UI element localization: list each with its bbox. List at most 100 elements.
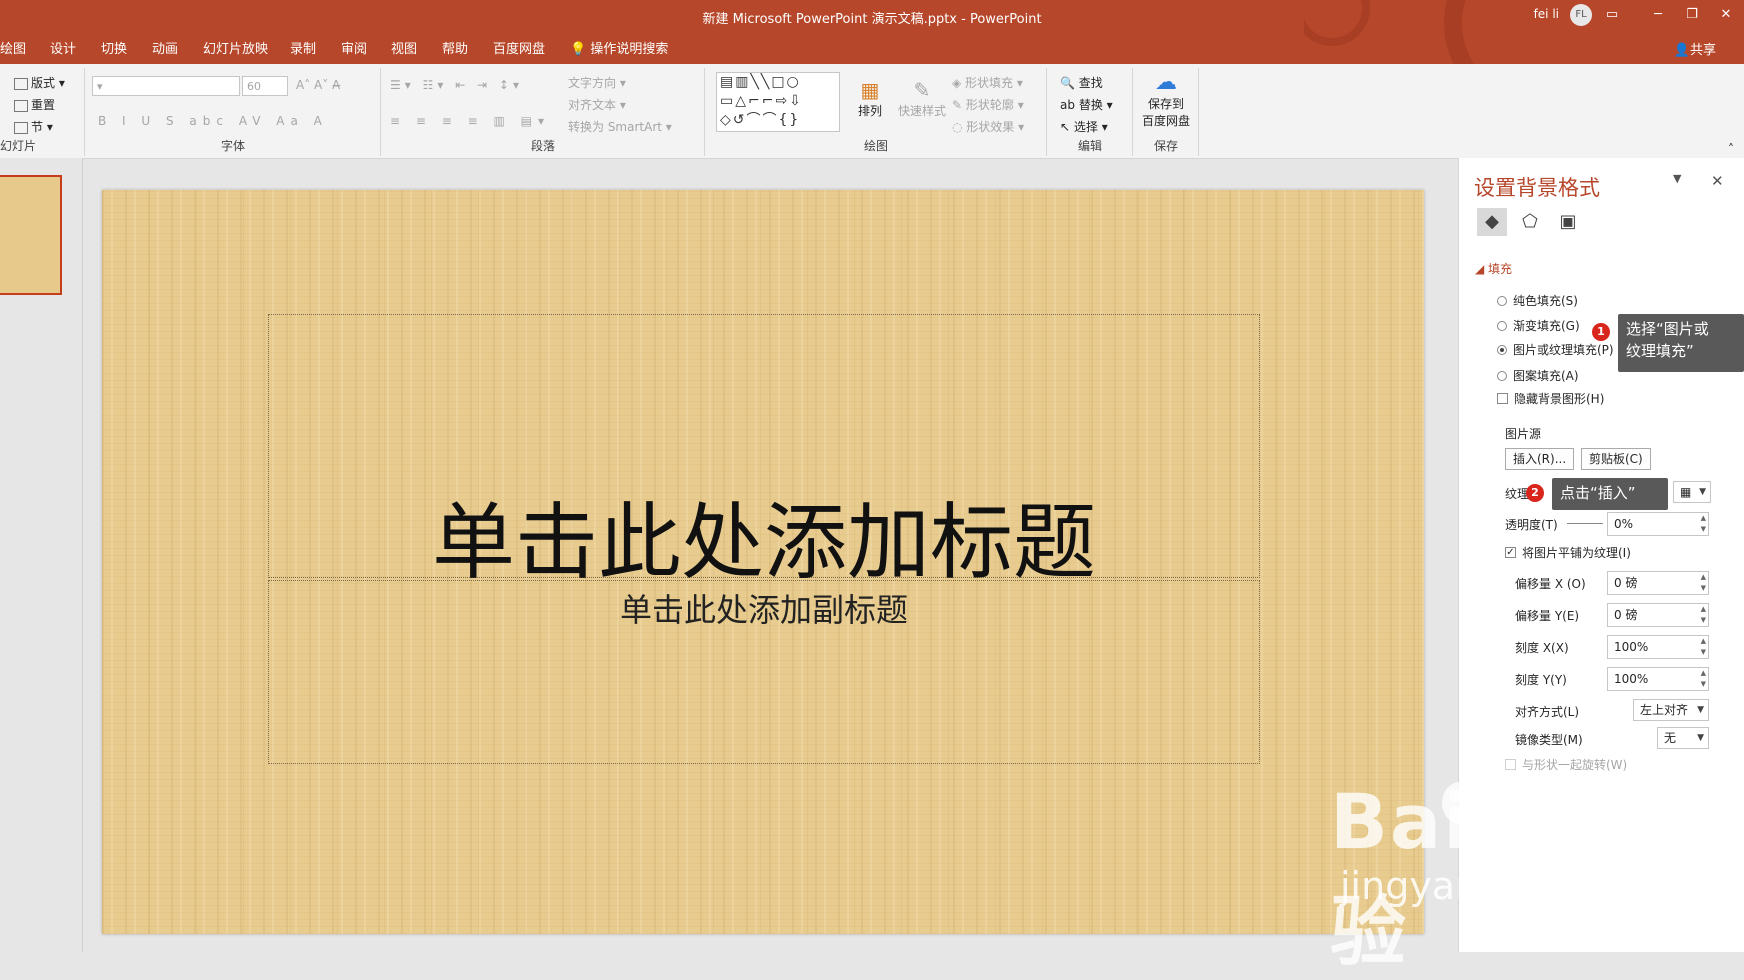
solid-fill-option[interactable]: 纯色填充(S): [1497, 292, 1578, 309]
alignment-dropdown[interactable]: 左上对齐 ▼: [1633, 699, 1709, 721]
insert-button[interactable]: 插入(R)...: [1505, 448, 1575, 470]
layout-icon: [14, 77, 28, 90]
font-name-combo[interactable]: ▾: [92, 76, 240, 96]
tab-view[interactable]: 视图: [391, 38, 417, 57]
tell-me-search[interactable]: 💡 操作说明搜索: [570, 38, 668, 57]
user-name[interactable]: fei li: [1534, 7, 1559, 21]
offset-y-input[interactable]: 0 磅 ▲ ▼: [1607, 603, 1709, 627]
hide-background-graphics[interactable]: 隐藏背景图形(H): [1497, 390, 1604, 407]
gradient-fill-option[interactable]: 渐变填充(G): [1497, 317, 1580, 334]
share-label: 共享: [1689, 43, 1716, 58]
restore-icon[interactable]: ❐: [1678, 4, 1706, 26]
select-button[interactable]: ↖ 选择 ▾: [1060, 118, 1108, 135]
scale-y-input[interactable]: 100% ▲ ▼: [1607, 667, 1709, 691]
callout-select-picture-fill: 选择“图片或 纹理填充”: [1618, 314, 1744, 372]
arrange-button[interactable]: ▦ 排列: [858, 78, 882, 119]
grow-font-icon[interactable]: A˄ A˅ A̶: [296, 78, 340, 92]
layout-button[interactable]: 版式 ▾: [14, 74, 65, 91]
offset-x-input[interactable]: 0 磅 ▲ ▼: [1607, 571, 1709, 595]
window-title: 新建 Microsoft PowerPoint 演示文稿.pptx - Powe…: [702, 12, 1042, 27]
shape-fill-button[interactable]: ◈ 形状填充 ▾: [952, 74, 1023, 91]
pattern-fill-option[interactable]: 图案填充(A): [1497, 367, 1579, 384]
font-size-combo[interactable]: 60: [242, 76, 288, 96]
hide-bg-checkbox[interactable]: [1497, 393, 1508, 404]
pane-close-icon[interactable]: ✕: [1711, 172, 1724, 190]
group-label-editing: 编辑: [1077, 139, 1102, 153]
radio-picture-texture[interactable]: [1497, 344, 1507, 355]
radio-solid[interactable]: [1497, 295, 1507, 306]
tab-animations[interactable]: 动画: [152, 38, 178, 57]
collapse-ribbon-icon[interactable]: ˄: [1728, 142, 1734, 156]
find-button[interactable]: 🔍 查找: [1060, 74, 1103, 91]
picture-source-label: 图片源: [1505, 427, 1542, 441]
group-slides: 版式 ▾ 重置 节 ▾ 幻灯片: [0, 68, 85, 156]
tile-checkbox[interactable]: ✓: [1505, 547, 1516, 558]
shape-outline-button[interactable]: ✎ 形状轮廓 ▾: [952, 96, 1024, 113]
picture-texture-fill-option[interactable]: 图片或纹理填充(P): [1497, 341, 1614, 358]
tab-draw[interactable]: 绘图: [0, 38, 26, 57]
reset-button[interactable]: 重置: [14, 96, 55, 113]
font-format-buttons[interactable]: B I U S abc AV Aa A: [98, 114, 328, 128]
close-window-icon[interactable]: ✕: [1712, 4, 1740, 26]
group-editing: 🔍 查找 ab 替换 ▾ ↖ 选择 ▾ 编辑: [1048, 68, 1133, 156]
shapes-gallery[interactable]: ▤▥╲╲□○ ▭△⌐⌐⇨⇩ ◇↺⌒⌒{}: [716, 72, 840, 132]
mirror-type-label: 镜像类型(M): [1515, 733, 1583, 747]
baidu-watermark: Baidu经验 jingyan.baidu.com: [1330, 760, 1730, 976]
subtitle-placeholder[interactable]: 单击此处添加副标题: [268, 580, 1260, 764]
group-paragraph: ☰▾ ☷▾ ⇤ ⇥ ↕▾ 文字方向 ▾ 对齐文本 ▾ 转换为 SmartArt …: [382, 68, 705, 156]
tab-record[interactable]: 录制: [290, 38, 316, 57]
align-text-button[interactable]: 对齐文本 ▾: [568, 96, 626, 113]
texture-dropdown[interactable]: ▦ ▼: [1673, 481, 1711, 503]
ribbon-display-icon[interactable]: ▭: [1598, 4, 1626, 26]
mirror-type-dropdown[interactable]: 无 ▼: [1657, 727, 1709, 749]
shape-effects-button[interactable]: ◌ 形状效果 ▾: [952, 118, 1024, 135]
tab-review[interactable]: 审阅: [341, 38, 367, 57]
avatar[interactable]: FL: [1570, 4, 1592, 26]
step-badge-1: 1: [1592, 323, 1610, 341]
reset-icon: [14, 99, 28, 112]
scale-x-input[interactable]: 100% ▲ ▼: [1607, 635, 1709, 659]
transparency-input[interactable]: 0% ▲ ▼: [1607, 512, 1709, 536]
title-placeholder-text: 单击此处添加标题: [432, 494, 1096, 591]
slide-thumbnail[interactable]: [0, 175, 62, 295]
tell-me-label: 操作说明搜索: [590, 42, 669, 57]
text-direction-button[interactable]: 文字方向 ▾: [568, 74, 626, 91]
group-save: ☁ 保存到 百度网盘 保存: [1134, 68, 1199, 156]
tile-as-texture[interactable]: ✓ 将图片平铺为纹理(I): [1505, 544, 1631, 561]
person-icon: 👤: [1673, 43, 1690, 58]
cloud-icon: ☁: [1155, 70, 1177, 95]
tab-baidu[interactable]: 百度网盘: [493, 38, 545, 57]
section-button[interactable]: 节 ▾: [14, 118, 53, 135]
radio-gradient[interactable]: [1497, 320, 1507, 331]
offset-y-label: 偏移量 Y(E): [1515, 609, 1580, 623]
list-buttons[interactable]: ☰▾ ☷▾ ⇤ ⇥ ↕▾: [390, 78, 523, 92]
offset-x-label: 偏移量 X (O): [1515, 577, 1586, 591]
transparency-slider[interactable]: [1567, 523, 1603, 524]
title-bar: 新建 Microsoft PowerPoint 演示文稿.pptx - Powe…: [0, 0, 1744, 64]
tab-design[interactable]: 设计: [50, 38, 76, 57]
alignment-buttons[interactable]: ≡ ≡ ≡ ≡ ▥ ▤▾: [390, 114, 550, 128]
quick-styles-button[interactable]: ✎ 快速样式: [898, 78, 946, 119]
tab-slideshow[interactable]: 幻灯片放映: [203, 38, 268, 57]
clipboard-button[interactable]: 剪贴板(C): [1581, 448, 1651, 470]
scale-x-label: 刻度 X(X): [1515, 641, 1569, 655]
picture-icon[interactable]: ▣: [1553, 208, 1583, 236]
replace-button[interactable]: ab 替换 ▾: [1060, 96, 1113, 113]
alignment-label: 对齐方式(L): [1515, 705, 1580, 719]
share-button[interactable]: 👤共享: [1674, 39, 1716, 58]
search-icon: 🔍: [1060, 76, 1075, 90]
save-to-baidu-button[interactable]: ☁ 保存到 百度网盘: [1140, 70, 1192, 129]
tab-help[interactable]: 帮助: [442, 38, 468, 57]
fill-section-header[interactable]: ◢ 填充: [1475, 260, 1512, 277]
radio-pattern[interactable]: [1497, 370, 1507, 381]
pane-options-icon[interactable]: ▼: [1673, 172, 1681, 185]
slide-canvas[interactable]: 单击此处添加标题 单击此处添加副标题: [102, 190, 1424, 934]
tab-transitions[interactable]: 切换: [101, 38, 127, 57]
watermark-url: jingyan.baidu.com: [1340, 864, 1691, 908]
pentagon-effects-icon[interactable]: ⬠: [1515, 208, 1545, 236]
smartart-button[interactable]: 转换为 SmartArt ▾: [568, 118, 672, 135]
minimize-icon[interactable]: ─: [1644, 4, 1672, 26]
group-drawing: ▤▥╲╲□○ ▭△⌐⌐⇨⇩ ◇↺⌒⌒{} ▦ 排列 ✎ 快速样式 ◈ 形状填充 ▾ ✎ …: [706, 68, 1047, 156]
fill-bucket-icon[interactable]: ◆: [1477, 208, 1507, 236]
title-placeholder[interactable]: 单击此处添加标题: [268, 314, 1260, 591]
